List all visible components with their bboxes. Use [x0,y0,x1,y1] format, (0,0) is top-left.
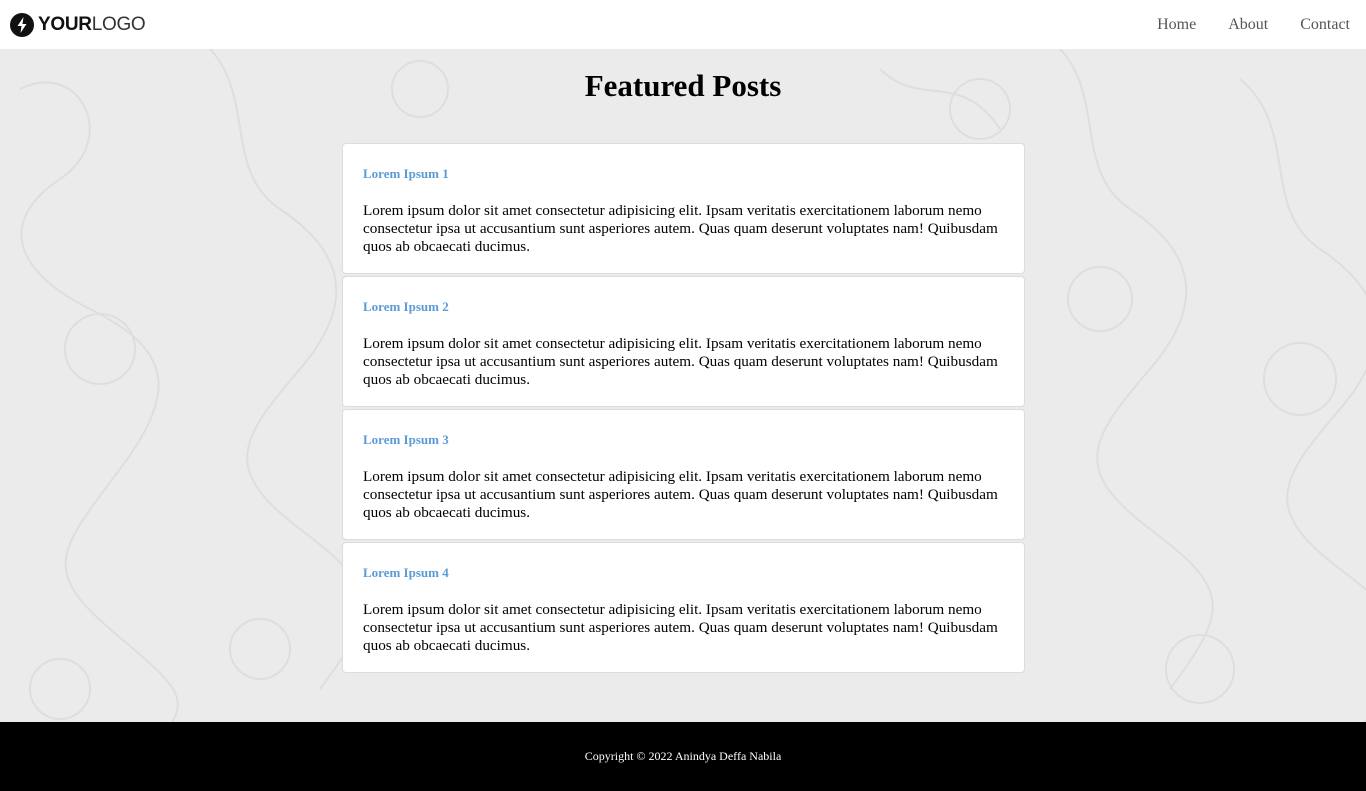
nav-home-link[interactable]: Home [1157,16,1196,34]
lightning-bolt-icon [10,12,34,37]
post-card: Lorem Ipsum 3 Lorem ipsum dolor sit amet… [342,409,1025,540]
post-body: Lorem ipsum dolor sit amet consectetur a… [363,202,998,255]
post-title[interactable]: Lorem Ipsum 4 [363,565,1004,581]
logo[interactable]: YOURLOGO [10,12,146,37]
nav-about-link[interactable]: About [1228,16,1268,34]
page-title: Featured Posts [584,68,782,103]
post-title[interactable]: Lorem Ipsum 1 [363,166,1004,182]
logo-text: YOURLOGO [38,13,146,36]
post-body: Lorem ipsum dolor sit amet consectetur a… [363,335,998,388]
navbar: YOURLOGO Home About Contact [0,0,1366,49]
post-title[interactable]: Lorem Ipsum 3 [363,432,1004,448]
logo-text-bold: YOUR [38,13,92,35]
nav-contact-link[interactable]: Contact [1300,16,1350,34]
logo-text-light: LOGO [91,13,146,35]
post-card: Lorem Ipsum 2 Lorem ipsum dolor sit amet… [342,276,1025,407]
post-body: Lorem ipsum dolor sit amet consectetur a… [363,468,998,521]
post-card: Lorem Ipsum 1 Lorem ipsum dolor sit amet… [342,143,1025,274]
footer-copyright: Copyright © 2022 Anindya Deffa Nabila [584,749,782,763]
post-title[interactable]: Lorem Ipsum 2 [363,299,1004,315]
post-card: Lorem Ipsum 4 Lorem ipsum dolor sit amet… [342,542,1025,673]
main-content: Featured Posts Lorem Ipsum 1 Lorem ipsum… [0,49,1366,722]
post-body: Lorem ipsum dolor sit amet consectetur a… [363,601,998,654]
footer: Copyright © 2022 Anindya Deffa Nabila [0,722,1366,791]
nav-links: Home About Contact [1157,16,1350,34]
posts-list: Lorem Ipsum 1 Lorem ipsum dolor sit amet… [342,143,1025,675]
